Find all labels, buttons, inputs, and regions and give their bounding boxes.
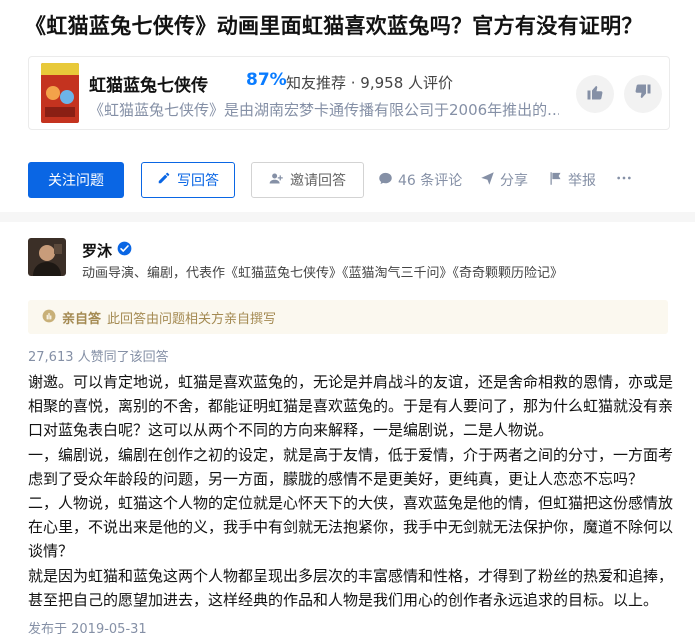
share-link[interactable]: 分享: [480, 162, 528, 198]
comments-count: 46 条评论: [398, 173, 463, 189]
answer-paragraph: 谢邀。可以肯定地说，虹猫是喜欢蓝兔的，无论是并肩战斗的友谊，还是舍命相救的恩情，…: [28, 373, 674, 440]
invite-answer-label: 邀请回答: [290, 173, 346, 189]
question-header: 《虹猫蓝兔七侠传》动画里面虹猫喜欢蓝兔吗？官方有没有证明？ 虹猫蓝兔七侠传 87…: [0, 0, 695, 212]
comment-icon: [378, 171, 393, 190]
write-answer-label: 写回答: [177, 173, 219, 189]
write-answer-button[interactable]: 写回答: [141, 162, 235, 198]
topic-recommend-percent: 87%: [246, 70, 287, 90]
flag-icon: [548, 171, 563, 190]
thumbs-down-button[interactable]: [624, 75, 662, 113]
question-title[interactable]: 《虹猫蓝兔七侠传》动画里面虹猫喜欢蓝兔吗？官方有没有证明？: [25, 10, 643, 40]
share-label: 分享: [500, 173, 528, 189]
topic-name[interactable]: 虹猫蓝兔七侠传: [89, 71, 208, 96]
comments-link[interactable]: 46 条评论: [378, 162, 462, 198]
publish-date[interactable]: 发布于 2019-05-31: [28, 618, 147, 637]
invite-answer-button[interactable]: 邀请回答: [251, 162, 364, 198]
self-answer-label: 亲自答: [62, 311, 102, 327]
more-button[interactable]: [616, 162, 632, 198]
topic-cover-image[interactable]: [41, 63, 79, 123]
topic-description: 《虹猫蓝兔七侠传》是由湖南宏梦卡通传播有限公司于2006年推出的...: [89, 101, 559, 119]
verified-badge-icon: [117, 241, 132, 256]
report-label: 举报: [568, 173, 596, 189]
more-dots-icon: [616, 170, 632, 190]
self-answer-icon: [42, 308, 56, 327]
report-link[interactable]: 举报: [548, 162, 596, 198]
self-answer-banner: 亲自答 此回答由问题相关方亲自撰写: [28, 300, 668, 334]
answer-paragraph: 一，编剧说，编剧在创作之初的设定，就是高于友情，低于爱情，介于两者之间的分寸，一…: [28, 445, 674, 488]
share-icon: [480, 171, 495, 190]
thumbs-up-icon: [586, 83, 604, 105]
author-bio: 动画导演、编剧，代表作《虹猫蓝兔七侠传》《蓝猫淘气三千问》《奇奇颗颗历险记》: [82, 266, 564, 281]
answer-paragraph: 就是因为虹猫和蓝兔这两个人物都呈现出多层次的丰富感情和性格，才得到了粉丝的热爱和…: [28, 566, 674, 609]
thumbs-up-button[interactable]: [576, 75, 614, 113]
answer-content: 谢邀。可以肯定地说，虹猫是喜欢蓝兔的，无论是并肩战斗的友谊，还是舍命相救的恩情，…: [28, 370, 678, 612]
pencil-icon: [157, 171, 171, 189]
add-user-icon: [269, 171, 284, 190]
author-avatar[interactable]: [28, 238, 66, 276]
answer-paragraph: 二，人物说，虹猫这个人物的定位就是心怀天下的大侠，喜欢蓝兔是他的情，但虹猫把这份…: [28, 494, 674, 561]
question-action-bar: 关注问题 写回答 邀请回答 46 条评论 分享 举报: [28, 162, 668, 198]
self-answer-text: 此回答由问题相关方亲自撰写: [107, 311, 277, 327]
topic-rating-meta: 知友推荐 · 9,958 人评价: [286, 74, 454, 92]
follow-question-button[interactable]: 关注问题: [28, 162, 124, 198]
thumbs-down-icon: [634, 83, 652, 105]
topic-card[interactable]: 虹猫蓝兔七侠传 87% 知友推荐 · 9,958 人评价 《虹猫蓝兔七侠传》是由…: [28, 56, 670, 130]
author-name[interactable]: 罗沐: [82, 240, 112, 261]
answer-card: 罗沐 动画导演、编剧，代表作《虹猫蓝兔七侠传》《蓝猫淘气三千问》《奇奇颗颗历险记…: [0, 222, 695, 642]
likes-count: 27,613 人赞同了该回答: [28, 350, 169, 365]
